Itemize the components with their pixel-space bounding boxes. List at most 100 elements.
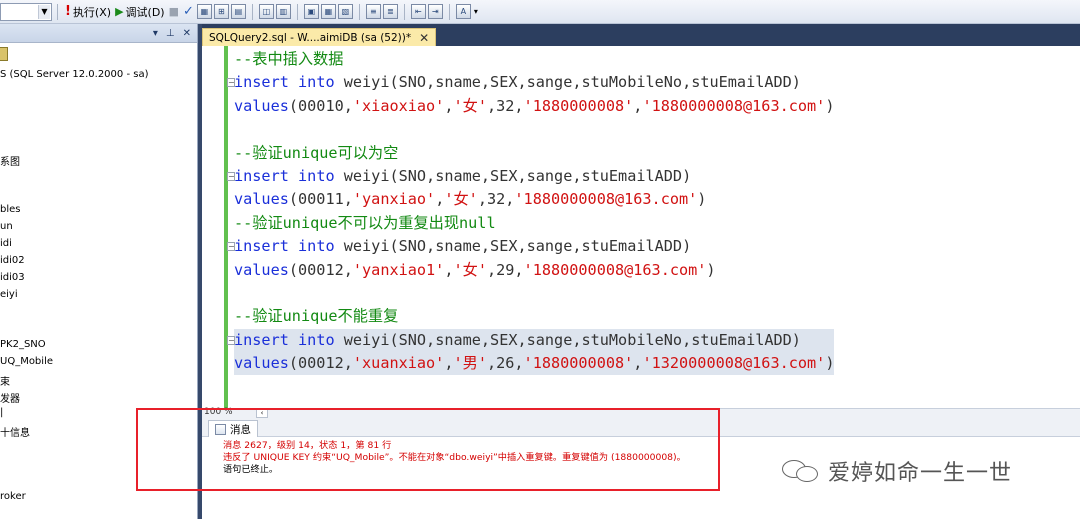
- code-token: '1880000008@163.com': [642, 96, 826, 115]
- tree-item[interactable]: idi: [0, 238, 12, 249]
- code-token: ): [825, 354, 835, 373]
- include-plan-icon[interactable]: ◫: [258, 4, 274, 19]
- code-token: weiyi(SNO,sname,SEX,sange,stuEmailADD): [334, 166, 692, 185]
- code-token: 'xiaoxiao': [352, 96, 445, 115]
- tree-item[interactable]: |: [0, 407, 3, 418]
- tree-item[interactable]: 十信息: [0, 424, 30, 439]
- document-tabbar: SQLQuery2.sql - W....aimiDB (sa (52))* ✕: [202, 24, 1080, 46]
- tree-item[interactable]: idi03: [0, 272, 25, 283]
- execute-icon: !: [65, 4, 71, 19]
- code-token: (00012,: [288, 354, 353, 373]
- intellisense-icon[interactable]: ▤: [230, 4, 246, 19]
- results-to-text-icon[interactable]: ▣: [303, 4, 319, 19]
- tree-item[interactable]: un: [0, 221, 13, 232]
- code-token: weiyi(SNO,sname,SEX,sange,stuMobileNo,st…: [334, 73, 801, 92]
- stop-button[interactable]: ■: [167, 3, 181, 21]
- database-select[interactable]: ▼: [0, 2, 52, 21]
- code-token: 'xuanxiao': [352, 354, 445, 373]
- code-token: '女': [444, 190, 478, 209]
- code-token: (00012,: [288, 260, 353, 279]
- code-token: ): [825, 96, 835, 115]
- code-line[interactable]: values(00012,'yanxiao1','女',29,'18800000…: [234, 259, 834, 282]
- tree-item[interactable]: 系图: [0, 153, 20, 168]
- code-line[interactable]: − insert into weiyi(SNO,sname,SEX,sange,s…: [227, 71, 834, 94]
- collapse-icon[interactable]: −: [227, 335, 235, 345]
- query-options-icon[interactable]: ⊞: [213, 4, 229, 19]
- tree-item[interactable]: bles: [0, 204, 21, 215]
- code-token: values: [234, 260, 289, 279]
- code-token: '男': [453, 354, 487, 373]
- display-plan-icon[interactable]: ▦: [196, 4, 212, 19]
- code-line[interactable]: − insert into weiyi(SNO,sname,SEX,sange,s…: [227, 328, 835, 353]
- collapse-icon[interactable]: −: [227, 78, 235, 88]
- code-token: '1880000008': [523, 96, 634, 115]
- results-to-grid-icon[interactable]: ▦: [320, 4, 336, 19]
- code-token: insert: [234, 73, 289, 92]
- annotation-highlight-box: [136, 408, 720, 491]
- code-token: ,: [435, 190, 445, 209]
- toolbar-divider: [403, 3, 405, 20]
- code-token: values: [234, 354, 289, 373]
- code-token: (00011,: [288, 190, 353, 209]
- tree-item[interactable]: 束: [0, 373, 10, 388]
- indent-icon[interactable]: ⇥: [427, 4, 443, 19]
- parse-button[interactable]: ✓: [181, 3, 196, 21]
- toolbar-divider: [251, 3, 253, 20]
- tree-item[interactable]: PK2_SNO: [0, 339, 46, 350]
- close-icon[interactable]: ✕: [419, 31, 429, 45]
- close-icon[interactable]: ✕: [183, 28, 191, 39]
- code-line[interactable]: values(00012,'xuanxiao','男',26,'18800000…: [234, 352, 835, 376]
- code-token: '女': [453, 96, 487, 115]
- code-token: into: [298, 330, 335, 349]
- watermark-text: 爱婷如命一生一世: [828, 461, 1013, 486]
- code-token: --验证unique不可以为重复出现null: [234, 213, 496, 232]
- code-line[interactable]: [234, 118, 834, 141]
- code-token: ,26,: [486, 354, 524, 373]
- code-token: --验证unique可以为空: [234, 143, 399, 162]
- collapse-icon[interactable]: −: [227, 171, 235, 181]
- code-line[interactable]: --验证unique不能重复: [234, 305, 834, 328]
- code-token: insert: [234, 166, 289, 185]
- code-area[interactable]: --表中插入数据 − insert into weiyi(SNO,sname,SEX…: [227, 48, 835, 376]
- execute-button[interactable]: ! 执行(X): [63, 3, 113, 21]
- outdent-icon[interactable]: ⇤: [410, 4, 426, 19]
- code-line[interactable]: − insert into weiyi(SNO,sname,SEX,sange,s…: [227, 235, 834, 258]
- results-to-file-icon[interactable]: ▧: [337, 4, 353, 19]
- tab-sqlquery2[interactable]: SQLQuery2.sql - W....aimiDB (sa (52))* ✕: [202, 28, 437, 46]
- tree-item[interactable]: roker: [0, 491, 26, 502]
- code-token: weiyi(SNO,sname,SEX,sange,stuMobileNo,st…: [334, 330, 801, 349]
- client-stats-icon[interactable]: ▥: [275, 4, 291, 19]
- toolbar-overflow-icon[interactable]: ▾: [474, 7, 478, 16]
- code-line[interactable]: [234, 282, 834, 305]
- specify-values-icon[interactable]: A: [455, 4, 471, 19]
- tree-item[interactable]: UQ_Mobile: [0, 356, 53, 367]
- code-token: ,32,: [477, 190, 515, 209]
- tree-item[interactable]: eiyi: [0, 289, 18, 300]
- code-line[interactable]: − insert into weiyi(SNO,sname,SEX,sange,s…: [227, 165, 834, 188]
- code-line[interactable]: --验证unique不可以为重复出现null: [234, 212, 834, 235]
- code-token: ,32,: [486, 96, 524, 115]
- query-toolbar: ▼ ! 执行(X) ▶ 调试(D) ■ ✓ ▦ ⊞ ▤ ◫ ▥ ▣ ▦ ▧ ≡ …: [0, 0, 1080, 24]
- pin-icon[interactable]: ⊥: [166, 28, 175, 39]
- uncomment-icon[interactable]: ≣: [382, 4, 398, 19]
- code-token: '女': [453, 260, 487, 279]
- tree-item[interactable]: 发器: [0, 390, 20, 405]
- dropdown-arrow-icon[interactable]: ▾: [153, 28, 158, 39]
- debug-button[interactable]: ▶ 调试(D): [113, 3, 167, 21]
- code-line[interactable]: values(00010,'xiaoxiao','女',32,'18800000…: [234, 95, 834, 118]
- server-icon: [0, 47, 8, 61]
- code-token: ): [697, 190, 707, 209]
- code-line[interactable]: values(00011,'yanxiao','女',32,'188000000…: [234, 188, 834, 211]
- code-line[interactable]: --验证unique可以为空: [234, 142, 834, 165]
- code-token: ): [706, 260, 716, 279]
- comment-icon[interactable]: ≡: [365, 4, 381, 19]
- tree-item[interactable]: S (SQL Server 12.0.2000 - sa): [0, 69, 148, 80]
- sql-editor[interactable]: --表中插入数据 − insert into weiyi(SNO,sname,SEX…: [202, 46, 1080, 408]
- collapse-icon[interactable]: −: [227, 242, 235, 252]
- play-icon: ▶: [115, 5, 124, 18]
- code-line[interactable]: --表中插入数据: [234, 48, 834, 71]
- code-token: --表中插入数据: [234, 50, 344, 68]
- stop-icon: ■: [168, 5, 179, 18]
- code-token: 'yanxiao': [352, 190, 436, 209]
- tree-item[interactable]: idi02: [0, 255, 25, 266]
